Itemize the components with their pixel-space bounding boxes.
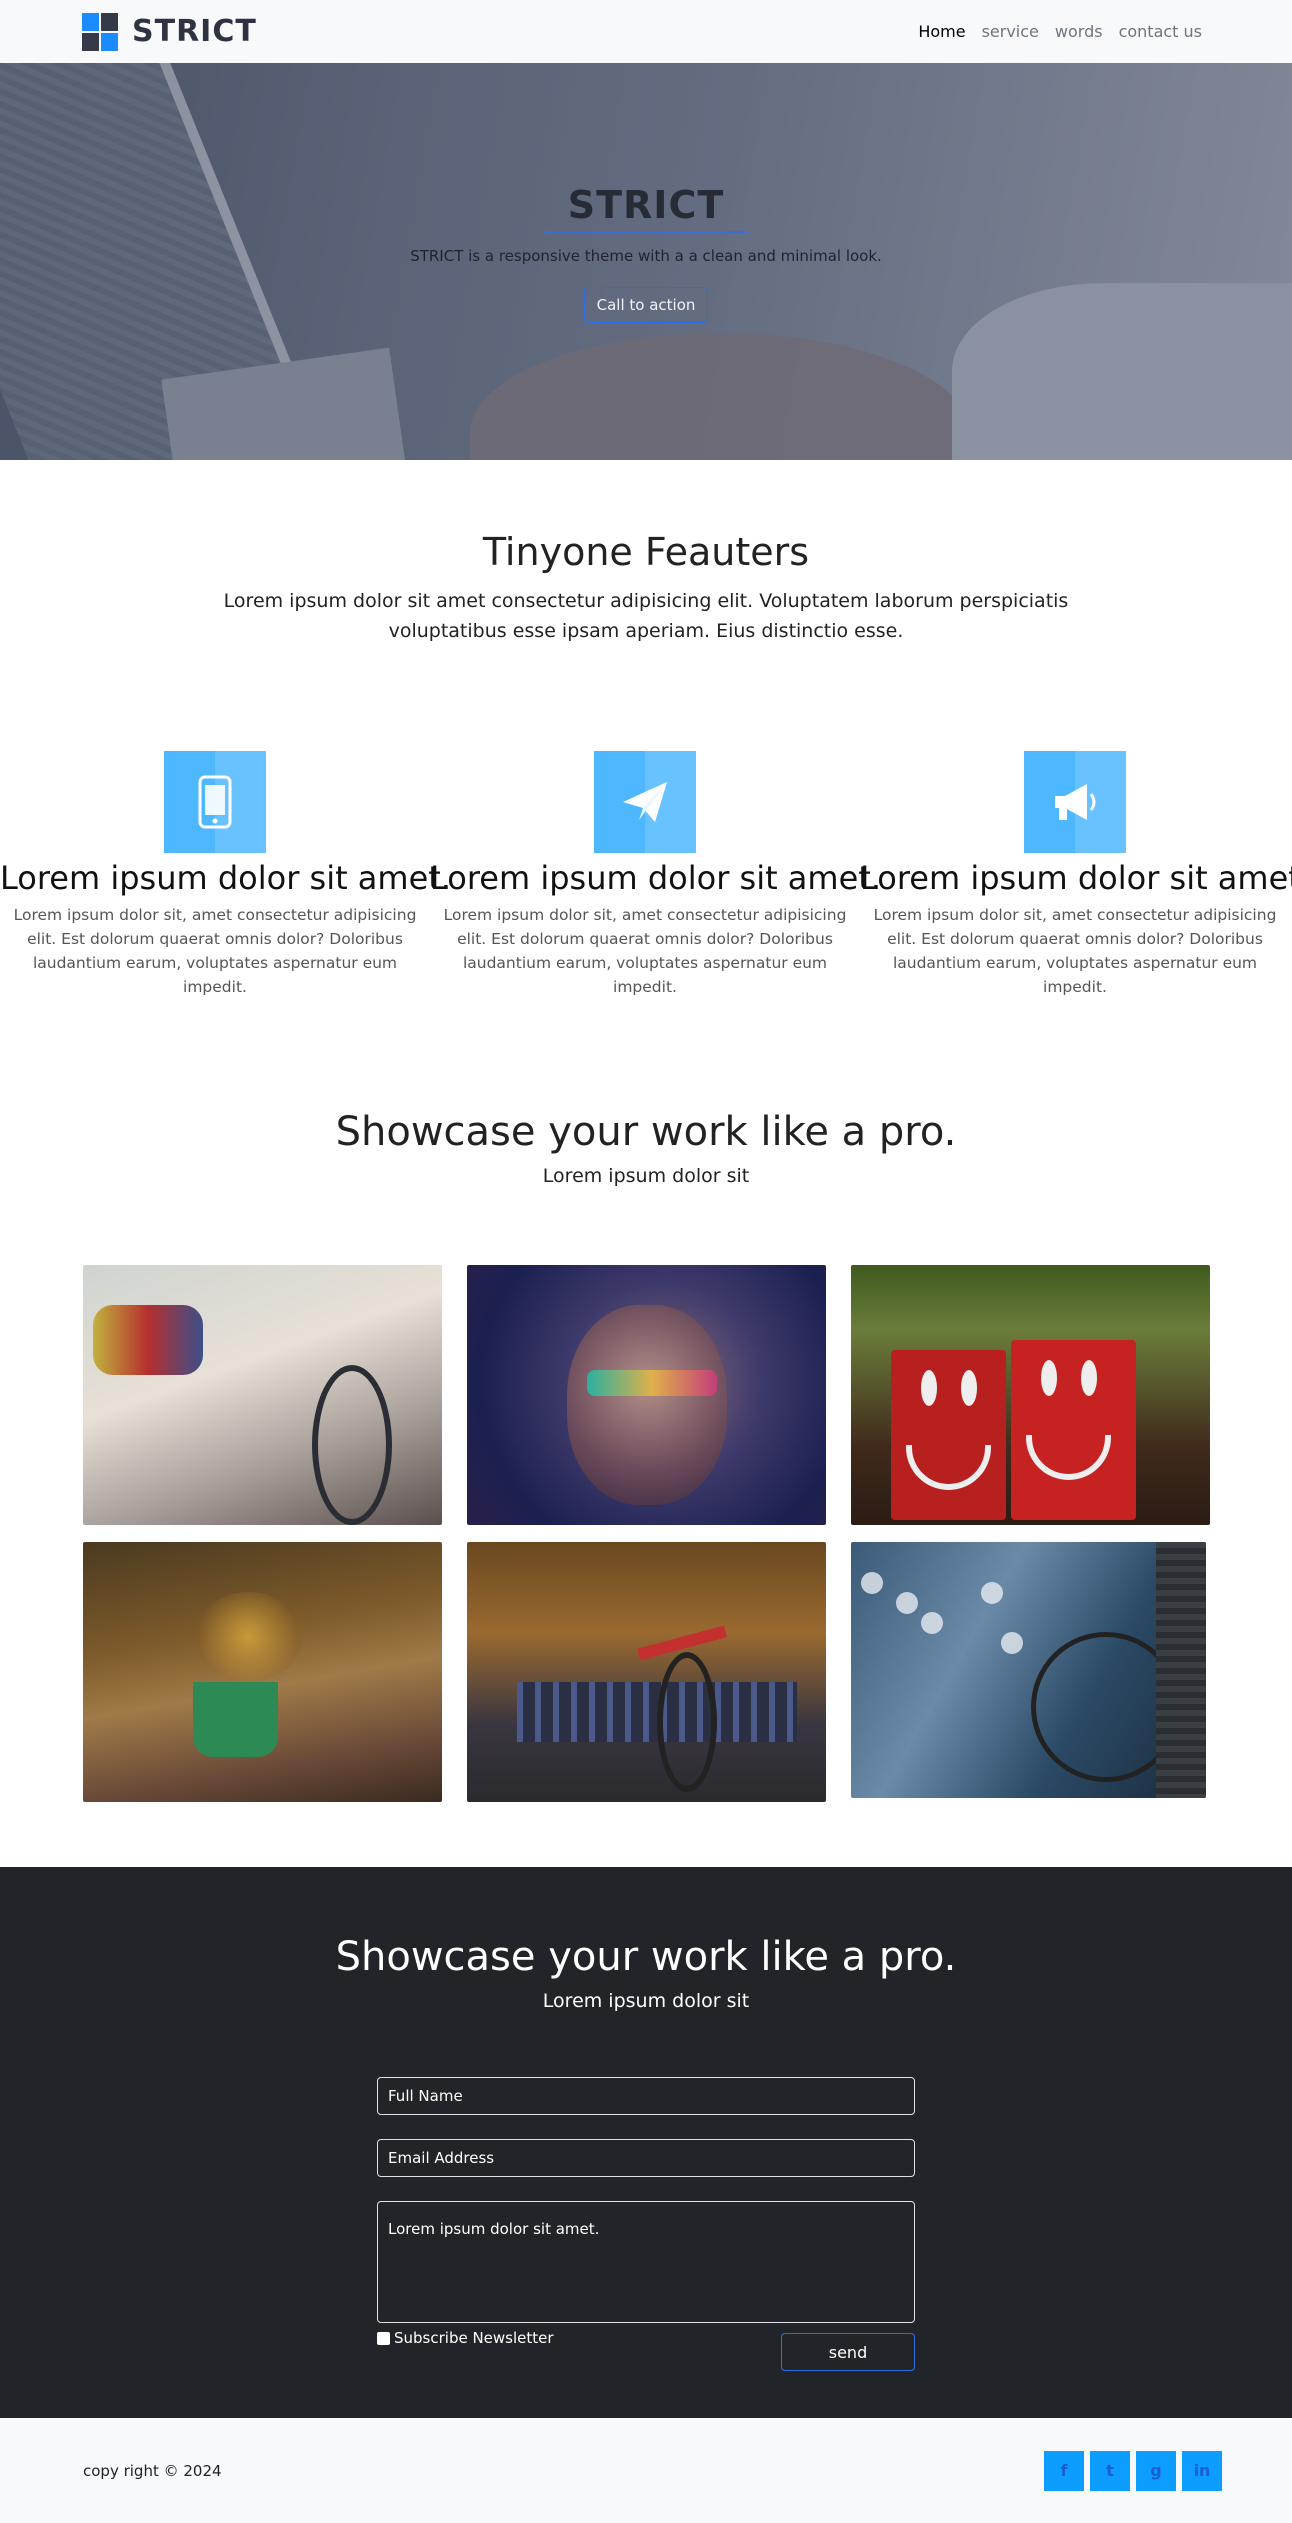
subscribe-checkbox[interactable]: Subscribe Newsletter [377,2329,554,2347]
megaphone-icon [1024,751,1126,853]
copyright-text: copy right © 2024 [83,2461,222,2480]
contact-title: Showcase your work like a pro. [335,1934,957,1980]
footer: copy right © 2024 f t g in [0,2418,1292,2523]
hero-title: STRICT [543,183,749,233]
showcase-title: Showcase your work like a pro. [335,1109,957,1155]
feature-text: Lorem ipsum dolor sit, amet consectetur … [873,906,1277,996]
checkbox-icon[interactable] [377,2331,390,2345]
feature-title: Lorem ipsum dolor sit amet. [860,859,1292,897]
nav-link-words[interactable]: words [1055,22,1103,41]
showcase-subtitle: Lorem ipsum dolor sit [542,1165,750,1187]
full-name-field[interactable]: Full Name [377,2077,915,2115]
gallery-image-red-mugs[interactable] [851,1265,1210,1525]
google-plus-icon[interactable]: g [1136,2450,1176,2491]
feature-text: Lorem ipsum dolor sit, amet consectetur … [13,906,417,996]
gallery-image-bicycle-street[interactable] [83,1265,442,1525]
message-textarea[interactable]: Lorem ipsum dolor sit amet. [377,2201,915,2323]
contact-subtitle: Lorem ipsum dolor sit [542,1990,750,2012]
gallery-image-coffee-splash[interactable] [83,1542,442,1802]
paper-plane-icon [594,751,696,853]
features-title: Tinyone Feauters [482,530,810,574]
feature-card: Lorem ipsum dolor sit amet. Lorem ipsum … [860,751,1292,999]
nav-link-home[interactable]: Home [918,22,965,41]
brand[interactable]: STRICT [82,12,257,51]
email-field[interactable]: Email Address [377,2139,915,2177]
gallery-image-red-bike[interactable] [467,1542,826,1802]
twitter-icon[interactable]: t [1090,2450,1130,2491]
navbar: STRICT Home service words contact us [0,0,1292,63]
facebook-icon[interactable]: f [1044,2450,1084,2491]
subscribe-label: Subscribe Newsletter [394,2329,554,2347]
feature-card: Lorem ipsum dolor sit amet. Lorem ipsum … [430,751,881,999]
nav-link-service[interactable]: service [982,22,1039,41]
social-links: f t g in [1044,2450,1222,2491]
feature-title: Lorem ipsum dolor sit amet. [430,859,881,897]
feature-text: Lorem ipsum dolor sit, amet consectetur … [443,906,847,996]
gallery-image-bike-bokeh[interactable] [851,1542,1206,1798]
call-to-action-button[interactable]: Call to action [583,287,709,323]
contact-section: Showcase your work like a pro. Lorem ips… [0,1867,1292,2418]
features-intro: Lorem ipsum dolor sit amet consectetur a… [223,590,1069,642]
gallery-image-woman-sunglasses[interactable] [467,1265,826,1525]
nav-link-contact[interactable]: contact us [1119,22,1202,41]
gallery-grid [0,1265,1292,1802]
showcase-section: Showcase your work like a pro. Lorem ips… [0,1109,1292,1802]
brand-logo-icon [82,12,118,51]
contact-form: Full Name Email Address Lorem ipsum dolo… [377,2077,915,2371]
nav-links: Home service words contact us [918,22,1202,41]
feature-card: Lorem ipsum dolor sit amet. Lorem ipsum … [0,751,451,999]
mobile-phone-icon [164,751,266,853]
hero-content: STRICT STRICT is a responsive theme with… [0,183,1292,323]
feature-title: Lorem ipsum dolor sit amet. [0,859,451,897]
hero-subtitle: STRICT is a responsive theme with a a cl… [410,247,882,265]
hero-section: STRICT STRICT is a responsive theme with… [0,63,1292,460]
linkedin-icon[interactable]: in [1182,2450,1222,2491]
brand-name: STRICT [132,14,257,49]
send-button[interactable]: send [781,2333,915,2371]
features-section: Tinyone Feauters Lorem ipsum dolor sit a… [0,460,1292,999]
